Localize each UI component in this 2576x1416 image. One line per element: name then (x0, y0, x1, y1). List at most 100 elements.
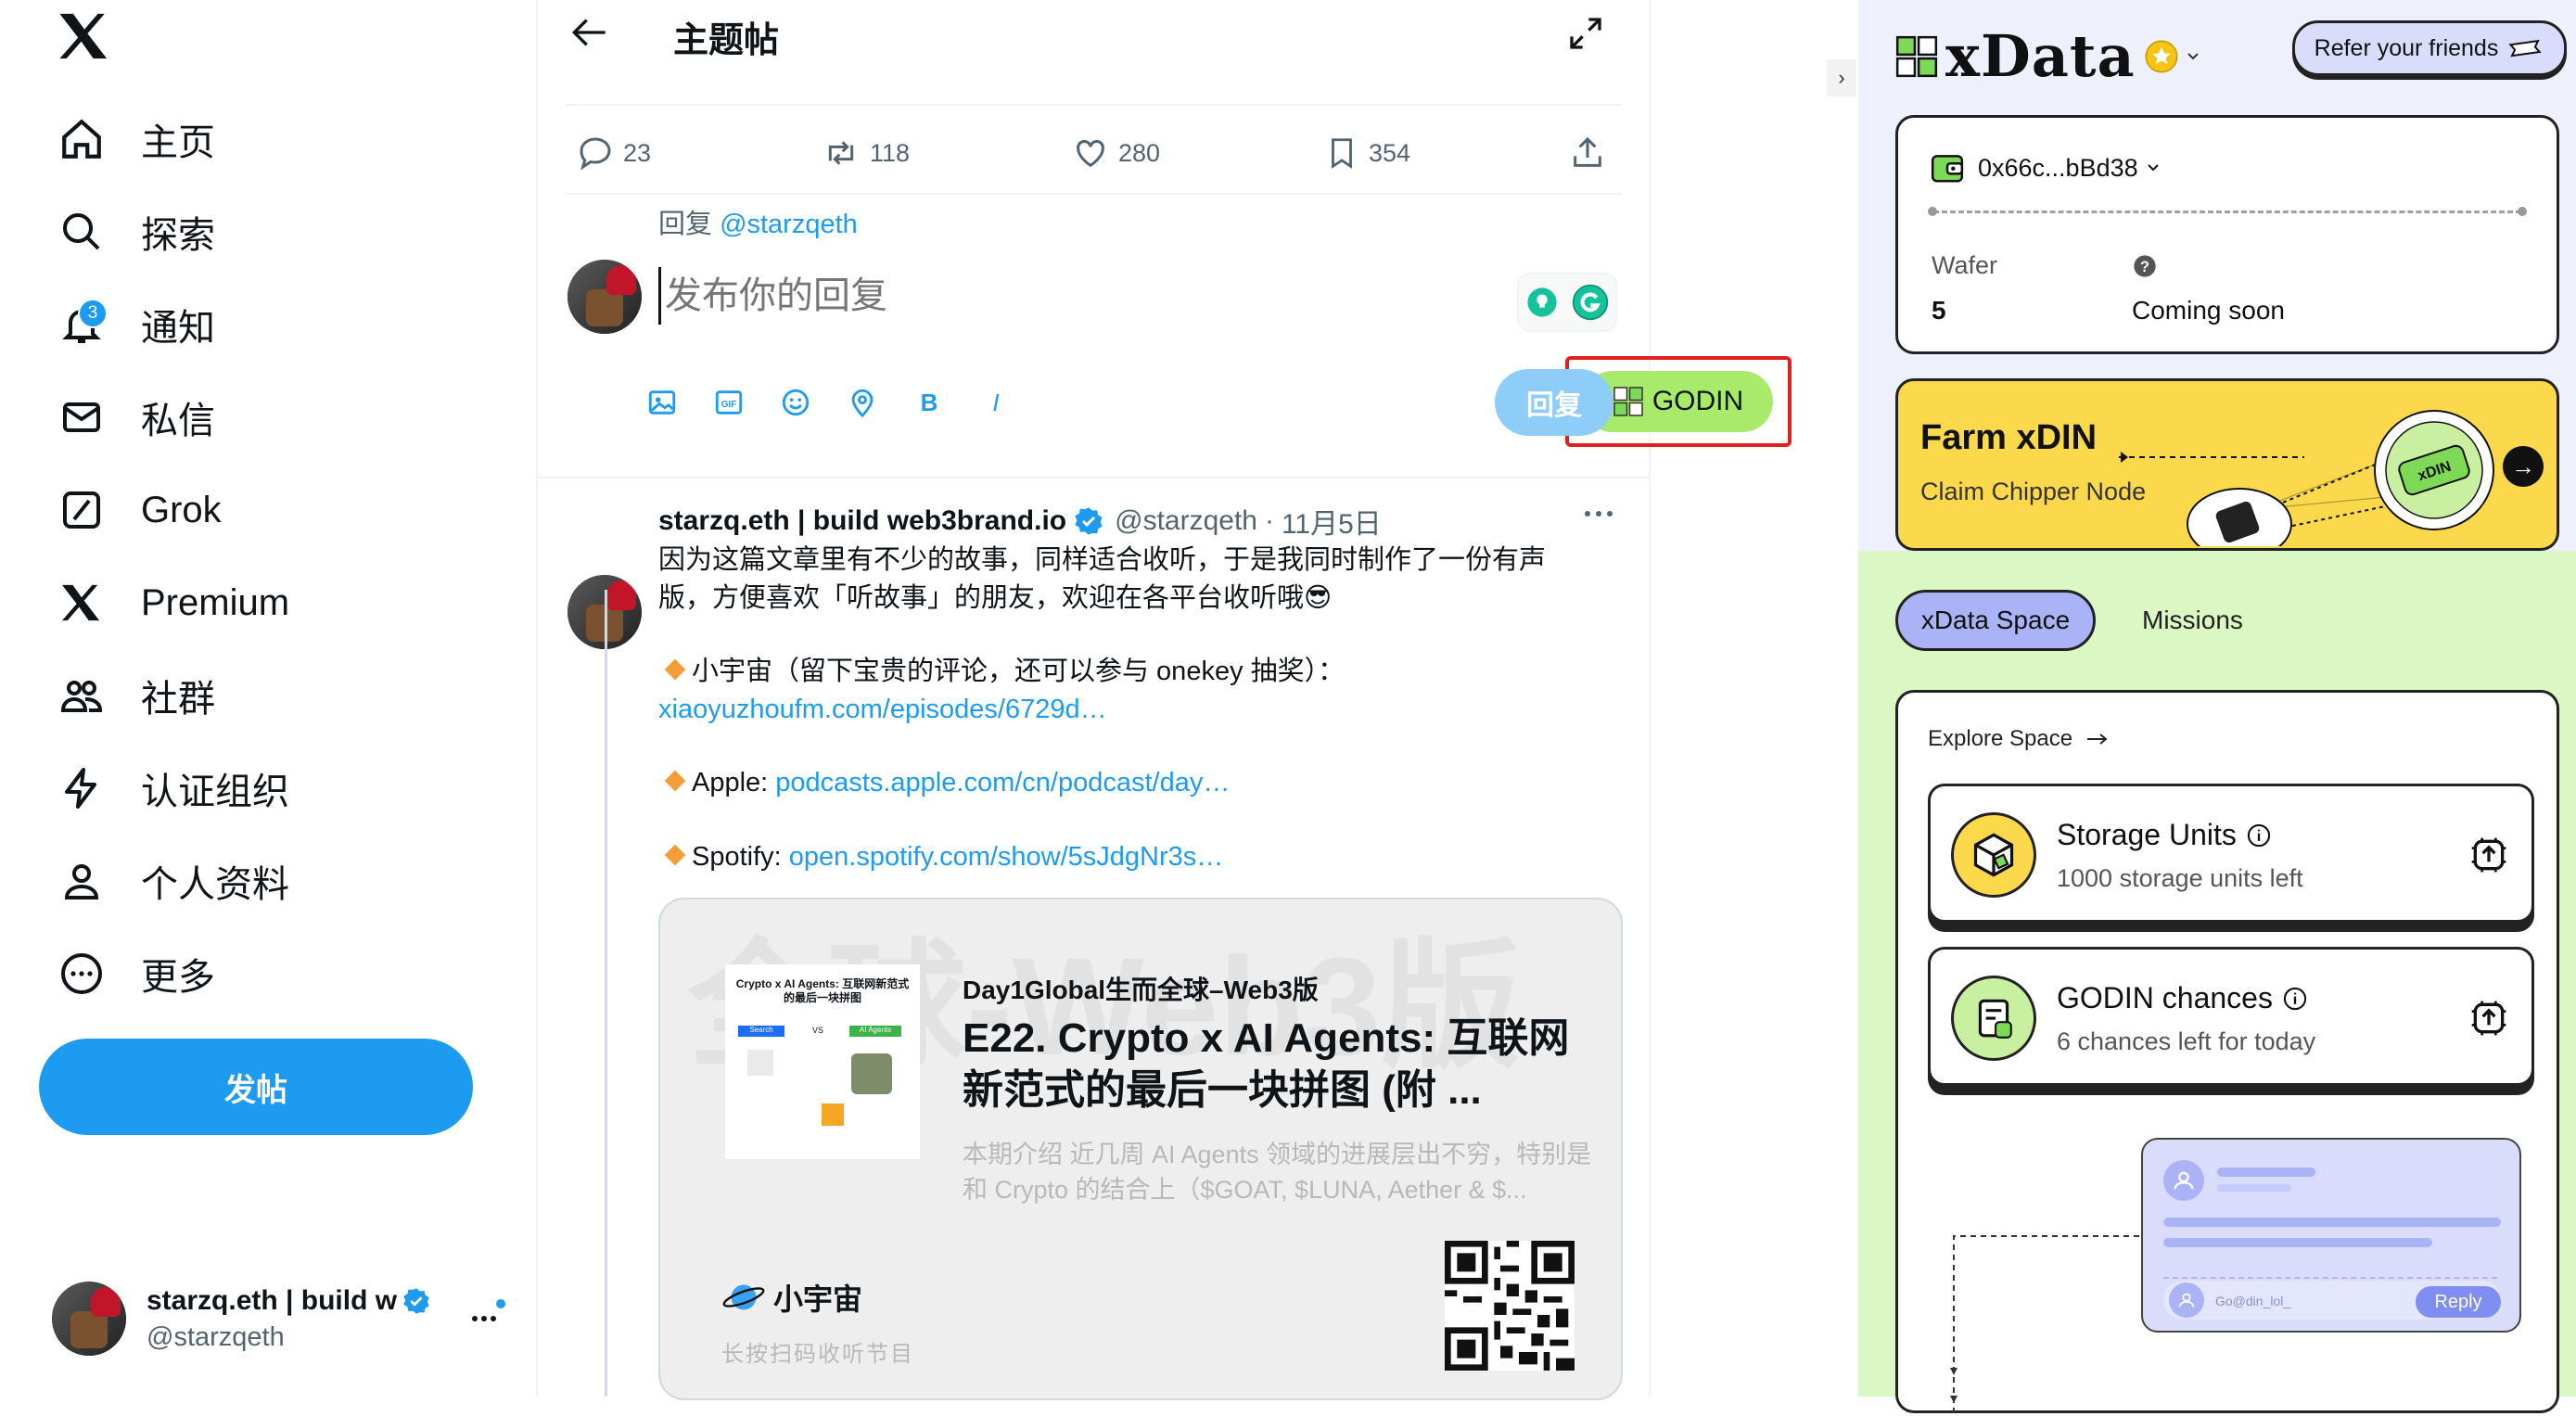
lightning-icon (52, 759, 111, 818)
ticket-icon (2507, 37, 2544, 59)
reply-to-prefix: 回复 (658, 210, 721, 239)
italic-icon[interactable]: I (974, 380, 1018, 425)
reply-button[interactable]: 回复 (1495, 369, 1613, 436)
tab-xdata-space[interactable]: xData Space (1895, 590, 2096, 651)
panel-collapse-button[interactable]: › (1827, 59, 1856, 96)
like-count: 280 (1118, 138, 1161, 167)
godin-chances-card[interactable]: GODIN chances 6 chances left for today (1928, 947, 2534, 1086)
info-icon[interactable] (2246, 823, 2272, 848)
info-icon[interactable] (2282, 986, 2308, 1012)
nav-grok[interactable]: Grok (52, 473, 222, 547)
placeholder-line (2163, 1238, 2432, 1247)
xdata-logo-text: xData (1945, 22, 2136, 90)
refer-label: Refer your friends (2314, 34, 2499, 61)
nav-communities[interactable]: 社群 (52, 658, 215, 733)
mail-icon (52, 388, 111, 447)
nav-premium[interactable]: Premium (52, 566, 289, 640)
divider (566, 193, 1621, 195)
xiaoyuzhou-link[interactable]: xiaoyuzhoufm.com/episodes/6729d… (658, 695, 1107, 724)
tab-missions[interactable]: Missions (2142, 590, 2243, 651)
chevron-down-icon[interactable] (2186, 51, 2200, 62)
brand-name: 小宇宙 (773, 1282, 863, 1316)
nav-label: 主页 (141, 122, 215, 163)
refer-friends-button[interactable]: Refer your friends (2292, 20, 2567, 76)
upload-chip-icon[interactable] (2468, 998, 2509, 1039)
reply-input[interactable] (658, 267, 1409, 325)
author-handle[interactable]: @starzqeth (1115, 505, 1257, 537)
thumb-ai: AI Agents (849, 1026, 901, 1037)
nav-label: 私信 (141, 401, 215, 441)
apple-podcasts-link[interactable]: podcasts.apple.com/cn/podcast/day… (775, 768, 1230, 797)
feature-title: Storage Units (2057, 818, 2237, 851)
tweet-line-text: 小宇宙（留下宝贵的评论，还可以参与 onekey 抽奖）： (692, 657, 1345, 686)
wafer-value: 5 (1932, 296, 1946, 325)
gif-icon[interactable]: GIF (707, 380, 751, 425)
upload-chip-icon[interactable] (2468, 835, 2509, 875)
reply-count-button[interactable]: 23 (577, 128, 651, 178)
comment-icon (577, 134, 623, 172)
bold-icon[interactable]: B (907, 380, 951, 425)
card-cta: 长按扫码收听节目 (721, 1342, 914, 1367)
grammarly-widget[interactable] (1517, 273, 1617, 332)
placeholder-line (2217, 1184, 2291, 1192)
reply-to-handle[interactable]: @starzqeth (720, 210, 858, 239)
reply-count: 23 (623, 138, 652, 167)
user-avatar-icon (2169, 1282, 2204, 1318)
spotify-link[interactable]: open.spotify.com/show/5sJdgNr3s… (789, 842, 1224, 872)
illus-reply-button: Reply (2416, 1286, 2501, 1318)
diamond-bullet-icon (664, 770, 686, 792)
account-switcher[interactable]: starzq.eth | build w @starzqeth (52, 1272, 506, 1365)
arrow-right-icon (2085, 732, 2110, 746)
share-button[interactable] (1569, 128, 1615, 178)
thumb-orange-block (822, 1103, 844, 1126)
more-dots-icon[interactable] (469, 1298, 506, 1326)
nav-label: Premium (141, 581, 290, 623)
tweet-line-text: Apple: (692, 768, 776, 797)
coming-soon: Coming soon (2132, 296, 2285, 325)
thumb-portrait-block (851, 1053, 892, 1094)
account-handle: @starzqeth (147, 1321, 285, 1352)
like-button[interactable]: 280 (1072, 128, 1160, 178)
help-icon[interactable]: ? (2132, 253, 2158, 279)
nav-verified-orgs[interactable]: 认证组织 (52, 751, 289, 825)
heart-icon (1072, 134, 1118, 172)
nav-more[interactable]: 更多 (52, 937, 215, 1011)
tweet-line: Spotify: open.spotify.com/show/5sJdgNr3s… (658, 838, 1586, 876)
location-icon[interactable] (840, 380, 885, 425)
image-icon[interactable] (640, 380, 684, 425)
nav-messages[interactable]: 私信 (52, 380, 215, 454)
dot-separator: · (1264, 505, 1274, 536)
nav-explore[interactable]: 探索 (52, 195, 215, 269)
bookmark-button[interactable]: 354 (1324, 128, 1410, 178)
nav-notifications[interactable]: 3 通知 (52, 287, 215, 362)
back-arrow-icon[interactable] (571, 17, 608, 48)
expand-icon[interactable] (1567, 15, 1604, 52)
dashed-divider (1928, 207, 2527, 216)
nav-home[interactable]: 主页 (52, 102, 215, 176)
tweet-date[interactable]: 11月5日 (1282, 501, 1382, 542)
nav-profile[interactable]: 个人资料 (52, 844, 289, 918)
more-dots-icon[interactable] (1580, 504, 1617, 523)
nav-label: Grok (141, 489, 222, 530)
storage-units-card[interactable]: Storage Units 1000 storage units left (1928, 784, 2534, 923)
card-title: E22. Crypto x AI Agents: 互联网新范式的最后一块拼图 (… (963, 1015, 1570, 1113)
farm-xdin-card[interactable]: Farm xDIN Claim Chipper Node xDIN → (1895, 378, 2559, 551)
repost-button[interactable]: 118 (822, 128, 910, 178)
nav-label: 更多 (141, 957, 215, 998)
bookmark-icon (1324, 134, 1369, 172)
author-name[interactable]: starzq.eth | build web3brand.io (658, 505, 1066, 537)
wallet-address-dropdown[interactable]: 0x66c...bBd38 (1930, 151, 2161, 185)
post-button[interactable]: 发帖 (39, 1039, 473, 1135)
link-preview-card[interactable]: 全球-Web3版 Crypto x AI Agents: 互联网新范式的最后一块… (658, 898, 1623, 1400)
emoji-icon[interactable] (773, 380, 818, 425)
x-logo-icon[interactable] (57, 11, 111, 61)
qr-code-icon (1445, 1241, 1575, 1371)
chip-puzzle-icon (1612, 385, 1645, 418)
card-brand: 小宇宙 (721, 1276, 862, 1319)
xdata-logo[interactable]: xData (1894, 22, 2200, 90)
arrow-right-icon[interactable]: → (2503, 446, 2544, 487)
tweet-header: starzq.eth | build web3brand.io @starzqe… (658, 501, 1382, 542)
nav-label: 通知 (141, 308, 215, 349)
card-description: 本期介绍 近几周 AI Agents 领域的进展层出不穷，特别是和 Crypto… (963, 1141, 1592, 1204)
explore-space-link[interactable]: Explore Space (1928, 726, 2110, 752)
